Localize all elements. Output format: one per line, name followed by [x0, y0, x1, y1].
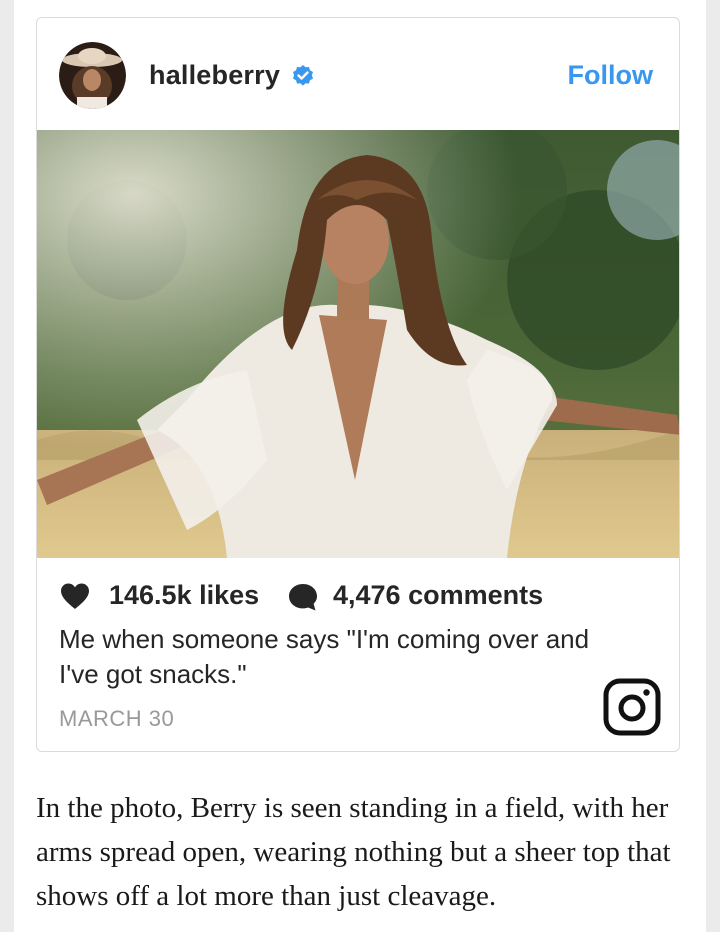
article-paragraph: In the photo, Berry is seen standing in … [36, 792, 671, 912]
post-header: halleberry Follow [37, 18, 679, 130]
comment-icon[interactable] [287, 582, 319, 612]
username[interactable]: halleberry [149, 60, 280, 91]
instagram-embed-card[interactable]: halleberry Follow 146.5k likes 4,476 com… [36, 17, 680, 752]
follow-button[interactable]: Follow [568, 60, 653, 91]
article-page: halleberry Follow 146.5k likes 4,476 com… [14, 0, 706, 932]
verified-badge-icon [293, 65, 313, 86]
post-photo[interactable] [37, 130, 680, 558]
post-date: MARCH 30 [59, 706, 175, 731]
instagram-logo-icon[interactable] [603, 678, 661, 736]
profile-avatar[interactable] [59, 42, 126, 109]
post-stats: 146.5k likes 4,476 comments [59, 578, 659, 614]
post-caption: Me when someone says "I'm coming over an… [59, 624, 590, 689]
likes-count: 146.5k likes [109, 580, 260, 610]
comments-count: 4,476 comments [333, 580, 544, 610]
heart-icon[interactable] [59, 582, 91, 610]
